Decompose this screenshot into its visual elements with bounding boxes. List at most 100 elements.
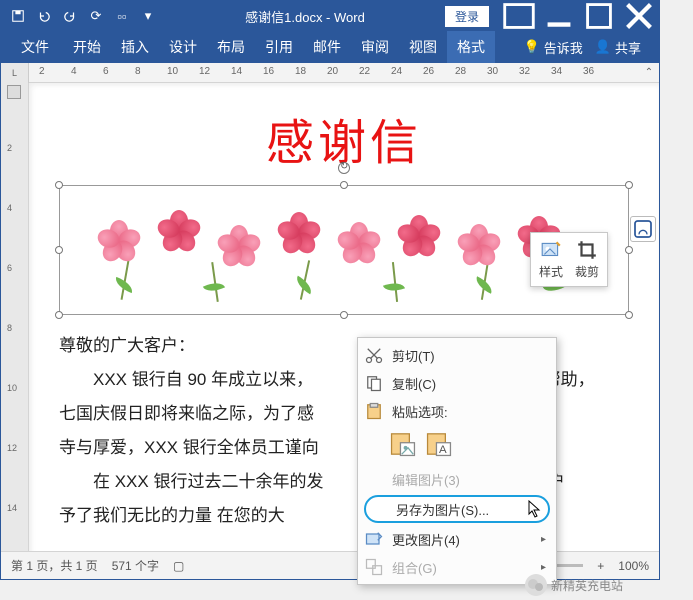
rotate-handle[interactable] [338, 162, 350, 174]
ruler-mark: 24 [391, 66, 402, 77]
qat-dropdown-icon[interactable]: ▾ [137, 5, 159, 27]
ruler-mark: 8 [135, 66, 141, 77]
maximize-icon[interactable] [579, 1, 619, 31]
lightbulb-icon: 💡 [524, 39, 540, 55]
paste-option-picture[interactable] [388, 429, 418, 459]
crop-label: 裁剪 [575, 263, 599, 280]
edit-picture-label: 编辑图片(3) [392, 470, 546, 489]
menu-paste-header: 粘贴选项: [358, 397, 556, 425]
vruler-mark: 6 [7, 263, 12, 273]
resize-handle[interactable] [625, 181, 633, 189]
share-label: 共享 [615, 38, 641, 57]
resize-handle[interactable] [55, 181, 63, 189]
resize-handle[interactable] [55, 311, 63, 319]
save-as-picture-label: 另存为图片(S)... [396, 500, 524, 519]
vruler-mark: 12 [7, 443, 17, 453]
menu-save-as-picture[interactable]: 另存为图片(S)... [364, 495, 550, 523]
tell-me-search[interactable]: 💡 告诉我 [524, 38, 583, 57]
collapse-ribbon-icon[interactable]: ⌃ [639, 63, 659, 83]
word-count[interactable]: 571 个字 [112, 557, 159, 574]
picture-style-button[interactable]: 样式 [539, 239, 563, 280]
wechat-icon [525, 574, 547, 596]
vruler-mark: 10 [7, 383, 17, 393]
submenu-arrow-icon: ▸ [541, 562, 546, 573]
login-button[interactable]: 登录 [445, 6, 489, 27]
zoom-in-icon[interactable]: + [597, 559, 604, 573]
resize-handle[interactable] [55, 246, 63, 254]
greeting-text: 尊敬的广大客户： [59, 336, 195, 355]
tell-me-label: 告诉我 [544, 38, 583, 57]
close-icon[interactable] [619, 1, 659, 31]
paste-option-text[interactable]: A [424, 429, 454, 459]
menu-change-picture[interactable]: 更改图片(4) ▸ [358, 525, 556, 553]
undo-icon[interactable] [33, 5, 55, 27]
share-button[interactable]: 👤 共享 [583, 38, 653, 57]
picture-style-icon [540, 239, 562, 261]
tab-mailings[interactable]: 邮件 [303, 31, 351, 63]
ruler-mark: 2 [39, 66, 45, 77]
group-label: 组合(G) [392, 558, 533, 577]
tab-layout[interactable]: 布局 [207, 31, 255, 63]
tab-file[interactable]: 文件 [7, 31, 63, 63]
resize-handle[interactable] [625, 311, 633, 319]
copy-icon [364, 373, 384, 393]
menu-copy[interactable]: 复制(C) [358, 369, 556, 397]
vruler-mark: 8 [7, 323, 12, 333]
ruler-mark: 36 [583, 66, 594, 77]
zoom-level[interactable]: 100% [618, 559, 649, 573]
resize-handle[interactable] [340, 181, 348, 189]
tab-home[interactable]: 开始 [63, 31, 111, 63]
context-menu: 剪切(T) 复制(C) 粘贴选项: A 编辑图片(3) 另存为图片(S)... … [357, 337, 557, 585]
menu-cut[interactable]: 剪切(T) [358, 341, 556, 369]
paste-icon [364, 401, 384, 421]
redo-icon[interactable] [59, 5, 81, 27]
minimize-icon[interactable] [539, 1, 579, 31]
svg-text:A: A [439, 444, 447, 456]
ruler-mark: 12 [199, 66, 210, 77]
document-page[interactable]: 感谢信 [29, 83, 659, 561]
cursor-icon [528, 500, 542, 518]
body-text: XXX 银行自 90 年成立以来， [93, 370, 313, 389]
vruler-mark: 14 [7, 503, 17, 513]
crop-button[interactable]: 裁剪 [575, 239, 599, 280]
tab-review[interactable]: 审阅 [351, 31, 399, 63]
window-title: 感谢信1.docx - Word [165, 7, 445, 26]
wechat-watermark: 新精英充电站 [525, 574, 623, 596]
ruler-mark: 16 [263, 66, 274, 77]
person-icon: 👤 [595, 39, 611, 55]
ruler-mark: 20 [327, 66, 338, 77]
redo2-icon[interactable]: ⟳ [85, 5, 107, 27]
body-text: 在 XXX 银行过去二十余年的发 [93, 472, 323, 491]
group-icon [364, 557, 384, 577]
titlebar: ⟳ ▫▫ ▾ 感谢信1.docx - Word 登录 [1, 1, 659, 31]
tab-insert[interactable]: 插入 [111, 31, 159, 63]
tab-references[interactable]: 引用 [255, 31, 303, 63]
horizontal-ruler[interactable]: L 2 4 6 8 10 12 14 16 18 20 22 24 26 28 … [1, 63, 659, 83]
resize-handle[interactable] [625, 246, 633, 254]
ruler-mark: 22 [359, 66, 370, 77]
scissors-icon [364, 345, 384, 365]
touch-icon[interactable]: ▫▫ [111, 5, 133, 27]
ruler-mark: 4 [71, 66, 77, 77]
menu-edit-picture: 编辑图片(3) [358, 465, 556, 493]
ruler-mark: 28 [455, 66, 466, 77]
save-icon[interactable] [7, 5, 29, 27]
style-label: 样式 [539, 263, 563, 280]
cut-label: 剪切(T) [392, 346, 546, 365]
layout-options-button[interactable] [630, 216, 656, 242]
watermark-text: 新精英充电站 [551, 577, 623, 594]
ribbon-display-icon[interactable] [499, 1, 539, 31]
tab-format[interactable]: 格式 [447, 31, 495, 63]
ruler-mark: 34 [551, 66, 562, 77]
nav-toggle[interactable] [7, 85, 21, 99]
paste-header-label: 粘贴选项: [392, 402, 546, 421]
resize-handle[interactable] [340, 311, 348, 319]
tab-view[interactable]: 视图 [399, 31, 447, 63]
page-info[interactable]: 第 1 页，共 1 页 [11, 557, 98, 574]
tab-design[interactable]: 设计 [159, 31, 207, 63]
spell-check-icon[interactable]: ▢ [173, 559, 184, 573]
mini-toolbar: 样式 裁剪 [530, 232, 608, 287]
vertical-ruler[interactable]: 2 4 6 8 10 12 14 [1, 83, 29, 561]
selected-image[interactable]: 样式 裁剪 [59, 185, 629, 315]
body-text: 七国庆假日即将来临之际，为了感 [59, 404, 314, 423]
